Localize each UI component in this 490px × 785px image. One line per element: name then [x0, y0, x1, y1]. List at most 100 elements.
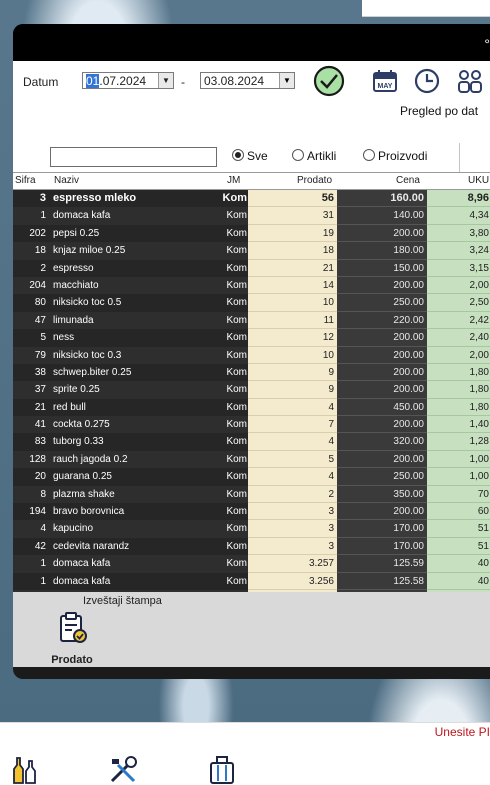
table-row[interactable]: 1 domaca kafa Kom 3.257 125.59 40 [13, 555, 490, 573]
table-row[interactable]: 80 niksicko toc 0.5 Kom 10 250.00 2,50 [13, 294, 490, 312]
close-icon[interactable]: ° [484, 36, 490, 52]
table-row[interactable]: 202 pepsi 0.25 Kom 19 200.00 3,80 [13, 224, 490, 243]
cell-sifra: 80 [34, 297, 46, 309]
header-uku[interactable]: UKU [468, 175, 489, 186]
table-header: Sifra Naziv JM Prodato Cena UKU [13, 172, 490, 190]
table-row[interactable]: 194 bravo borovnica Kom 3 200.00 60 [13, 503, 490, 521]
cell-uku: 51 [427, 520, 490, 538]
cell-uku: 1,80 [427, 381, 490, 399]
cell-naziv: limunada [53, 314, 94, 326]
table-row[interactable]: 41 cockta 0.275 Kom 7 200.00 1,40 [13, 416, 490, 434]
cell-prodato: 4 [248, 433, 337, 451]
sales-report-window: ° Datum 01.07.2024 ▼ - 03.08.2024 ▼ MAY [13, 24, 490, 679]
radio-items[interactable]: Artikli [292, 149, 336, 163]
status-message: Unesite PI [434, 725, 490, 739]
cell-prodato: 7 [248, 416, 337, 434]
search-input[interactable] [50, 147, 217, 167]
cell-sifra: 4 [40, 523, 46, 535]
header-naziv[interactable]: Naziv [54, 175, 79, 186]
cell-naziv: ness [53, 332, 75, 344]
table-row[interactable]: 18 knjaz miloe 0.25 Kom 18 180.00 3,24 [13, 242, 490, 260]
cell-jm: Kom [226, 558, 247, 570]
clock-icon[interactable] [413, 67, 441, 95]
date-from-rest: .07.2024 [99, 74, 147, 88]
cell-uku: 2,42 [427, 311, 490, 330]
table-row[interactable]: 47 limunada Kom 11 220.00 2,42 [13, 311, 490, 330]
table-row[interactable]: 83 tuborg 0.33 Kom 4 320.00 1,28 [13, 433, 490, 451]
cell-naziv: niksicko toc 0.5 [53, 297, 122, 309]
cell-cena: 160.00 [337, 190, 427, 208]
cell-naziv: tuborg 0.33 [53, 436, 104, 448]
cell-jm: Kom [226, 523, 247, 535]
table-row[interactable]: 38 schwep.biter 0.25 Kom 9 200.00 1,80 [13, 363, 490, 382]
table-row[interactable]: 37 sprite 0.25 Kom 9 200.00 1,80 [13, 381, 490, 399]
cell-jm: Kom [226, 453, 247, 465]
table-row[interactable]: 204 macchiato Kom 14 200.00 2,00 [13, 276, 490, 295]
radio-all[interactable]: Sve [232, 149, 268, 163]
date-separator: - [181, 75, 185, 89]
reports-title: Izveštaji štampa [83, 595, 162, 607]
radio-all-label: Sve [247, 149, 268, 163]
cell-jm: Kom [226, 227, 247, 239]
bottles-icon[interactable] [10, 755, 42, 785]
linked-items-icon[interactable] [456, 67, 484, 95]
luggage-icon[interactable] [207, 755, 237, 785]
table-row[interactable]: 5 ness Kom 12 200.00 2,40 [13, 329, 490, 347]
radio-items-label: Artikli [307, 149, 337, 163]
sales-table: Sifra Naziv JM Prodato Cena UKU 3 espress… [13, 172, 490, 618]
header-jm[interactable]: JM [227, 175, 240, 186]
prodato-report-button[interactable]: Prodato [47, 611, 97, 666]
table-row[interactable]: 3 espresso mleko Kom 56 160.00 8,96 [13, 190, 490, 208]
cell-prodato: 56 [248, 190, 337, 208]
cell-naziv: rauch jagoda 0.2 [53, 453, 128, 465]
date-from-dropdown-icon[interactable]: ▼ [158, 73, 173, 88]
cell-prodato: 3 [248, 503, 337, 521]
cell-cena: 200.00 [337, 450, 427, 469]
table-row[interactable]: 128 rauch jagoda 0.2 Kom 5 200.00 1,00 [13, 450, 490, 469]
cell-naziv: kapucino [53, 523, 94, 535]
date-to-dropdown-icon[interactable]: ▼ [279, 73, 294, 88]
cell-cena: 200.00 [337, 503, 427, 521]
table-row[interactable]: 8 plazma shake Kom 2 350.00 70 [13, 485, 490, 504]
datum-label: Datum [23, 75, 59, 89]
cell-jm: Kom [226, 314, 247, 326]
cell-sifra: 38 [34, 366, 46, 378]
cell-sifra: 128 [29, 453, 46, 465]
cell-jm: Kom [226, 384, 247, 396]
check-circle-icon[interactable] [312, 65, 346, 97]
radio-products[interactable]: Proizvodi [363, 149, 427, 163]
cell-jm: Kom [226, 262, 247, 274]
calendar-may-icon[interactable]: MAY [372, 68, 398, 94]
cell-naziv: red bull [53, 401, 86, 413]
tools-icon[interactable] [108, 755, 140, 785]
cell-prodato: 14 [248, 276, 337, 295]
cell-naziv: pepsi 0.25 [53, 227, 100, 239]
cell-prodato: 3.257 [248, 555, 337, 573]
cell-sifra: 37 [34, 384, 46, 396]
table-row[interactable]: 21 red bull Kom 4 450.00 1,80 [13, 398, 490, 417]
table-row[interactable]: 4 kapucino Kom 3 170.00 51 [13, 520, 490, 538]
header-prodato[interactable]: Prodato [297, 175, 332, 186]
table-row[interactable]: 20 guarana 0.25 Kom 4 250.00 1,00 [13, 468, 490, 486]
table-row[interactable]: 2 espresso Kom 21 150.00 3,15 [13, 259, 490, 277]
cell-cena: 170.00 [337, 520, 427, 538]
cell-sifra: 5 [40, 332, 46, 344]
header-sifra[interactable]: Sifra [15, 175, 36, 186]
table-row[interactable]: 1 domaca kafa Kom 31 140.00 4,34 [13, 207, 490, 225]
header-cena[interactable]: Cena [396, 175, 420, 186]
cell-naziv: bravo borovnica [53, 506, 125, 518]
cell-jm: Kom [226, 419, 247, 431]
cell-sifra: 202 [29, 227, 46, 239]
date-from-field[interactable]: 01.07.2024 ▼ [82, 72, 174, 89]
table-row[interactable]: 1 domaca kafa Kom 3.256 125.58 40 [13, 572, 490, 590]
table-row[interactable]: 42 cedevita narandz Kom 3 170.00 51 [13, 537, 490, 556]
table-row[interactable]: 79 niksicko toc 0.3 Kom 10 200.00 2,00 [13, 346, 490, 364]
cell-jm: Kom [226, 436, 247, 448]
title-bar: ° [13, 24, 490, 61]
cell-prodato: 5 [248, 450, 337, 469]
cell-cena: 200.00 [337, 276, 427, 295]
date-from-day: 01 [86, 74, 100, 88]
cell-sifra: 18 [34, 245, 46, 257]
report-subtitle: Pregled po dat [400, 104, 479, 118]
cell-prodato: 2 [248, 485, 337, 504]
